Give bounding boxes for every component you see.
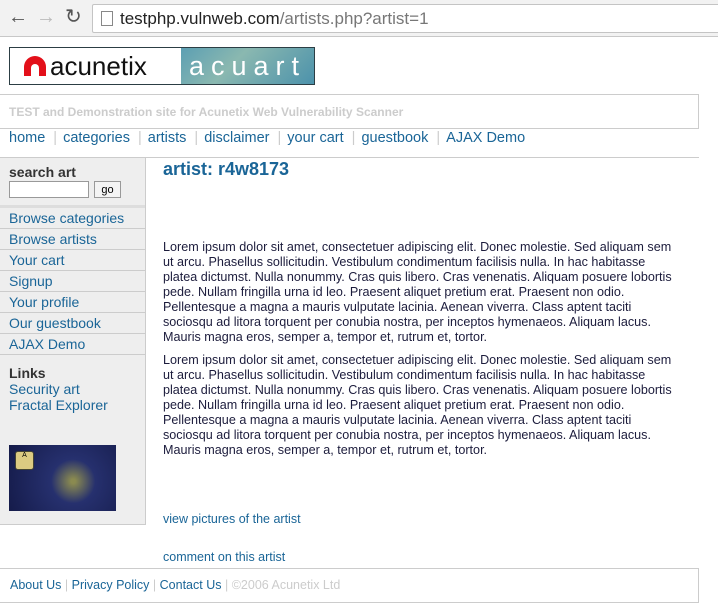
sidebar-item-guestbook[interactable]: Our guestbook (0, 313, 145, 334)
nav-home[interactable]: home (9, 130, 45, 146)
artist-bio-2: Lorem ipsum dolor sit amet, consectetuer… (163, 353, 672, 457)
links-title: Links (9, 365, 46, 381)
sidebar-item-browse-artists[interactable]: Browse artists (0, 229, 145, 250)
page-title: artist: r4w8173 (163, 159, 290, 179)
fractal-explorer-image[interactable]: A (9, 445, 116, 511)
site-logo[interactable]: acunetix acuart (9, 47, 315, 85)
forward-arrow-icon[interactable]: → (36, 7, 56, 27)
sidebar-item-your-profile[interactable]: Your profile (0, 292, 145, 313)
sidebar-item-signup[interactable]: Signup (0, 271, 145, 292)
tagline: TEST and Demonstration site for Acunetix… (0, 94, 699, 129)
nav-ajax-demo[interactable]: AJAX Demo (446, 130, 525, 146)
search-input[interactable] (9, 181, 89, 198)
nav-categories[interactable]: categories (63, 130, 130, 146)
artist-bio-1: Lorem ipsum dolor sit amet, consectetuer… (163, 240, 672, 344)
separator: | (64, 578, 69, 592)
browser-toolbar: ← → ↻ testphp.vulnweb.com/artists.php?ar… (0, 0, 718, 37)
sidebar-item-ajax-demo[interactable]: AJAX Demo (0, 334, 145, 355)
search-title: search art (9, 164, 76, 180)
footer: About Us | Privacy Policy | Contact Us |… (0, 568, 699, 603)
nav-artists[interactable]: artists (148, 130, 187, 146)
back-arrow-icon[interactable]: ← (8, 7, 28, 27)
url-host: testphp.vulnweb.com (120, 9, 280, 28)
separator: | (152, 578, 157, 592)
contact-link[interactable]: Contact Us (160, 578, 222, 592)
top-nav: home | categories | artists | disclaimer | y… (9, 130, 526, 146)
sidebar-item-your-cart[interactable]: Your cart (0, 250, 145, 271)
nav-guestbook[interactable]: guestbook (361, 130, 428, 146)
acunetix-logo-icon (24, 56, 46, 76)
link-security-art[interactable]: Security art (9, 381, 145, 397)
reload-icon[interactable]: ↻ (65, 7, 82, 27)
about-link[interactable]: About Us (10, 578, 61, 592)
separator: | (224, 578, 229, 592)
sidebar: search art go Browse categories Browse a… (0, 158, 146, 525)
go-button[interactable]: go (94, 181, 121, 198)
nav-disclaimer[interactable]: disclaimer (204, 130, 269, 146)
sidebar-item-browse-categories[interactable]: Browse categories (0, 208, 145, 229)
privacy-link[interactable]: Privacy Policy (72, 578, 150, 592)
copyright: ©2006 Acunetix Ltd (231, 578, 341, 592)
main-content: artist: r4w8173 Lorem ipsum dolor sit am… (163, 158, 679, 564)
address-bar[interactable]: testphp.vulnweb.com/artists.php?artist=1 (92, 4, 718, 33)
key-icon: A (15, 451, 34, 470)
page-icon (101, 11, 113, 26)
logo-acuart: acuart (181, 48, 314, 84)
url-path: /artists.php?artist=1 (279, 9, 429, 28)
link-fractal-explorer[interactable]: Fractal Explorer (9, 397, 145, 413)
comment-link[interactable]: comment on this artist (163, 550, 285, 564)
view-pictures-link[interactable]: view pictures of the artist (163, 512, 301, 526)
logo-acunetix: acunetix (50, 50, 147, 81)
nav-your-cart[interactable]: your cart (287, 130, 343, 146)
